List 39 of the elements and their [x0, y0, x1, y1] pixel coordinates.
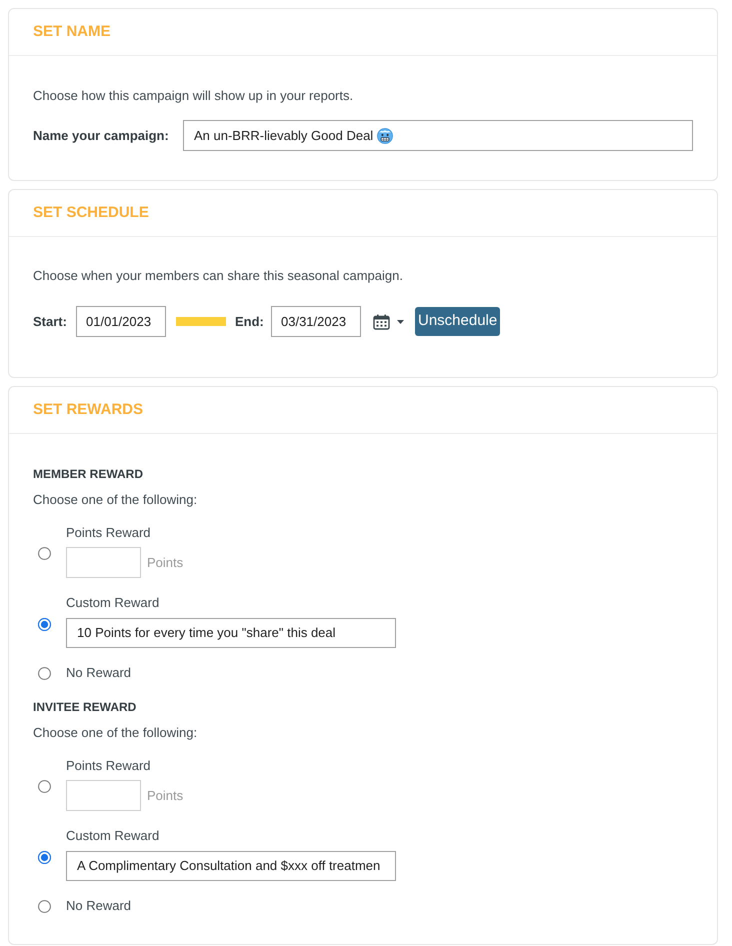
radio-label[interactable]: Points Reward — [66, 525, 693, 541]
section-title: SET NAME — [33, 22, 111, 42]
custom-reward-field[interactable]: 10 Points for every time you "share" this deal — [66, 618, 396, 648]
radio-label[interactable]: Custom Reward — [66, 828, 693, 844]
points-input-field[interactable] — [66, 547, 141, 578]
radio-label[interactable]: Points Reward — [66, 758, 693, 774]
radio-button[interactable] — [38, 851, 51, 864]
group-prompt: Choose one of the following: — [33, 725, 198, 741]
points-input-field[interactable] — [66, 780, 141, 811]
campaign-name-field[interactable]: An un-BRR-lievably Good Deal — [183, 120, 693, 151]
radio-button[interactable] — [38, 666, 51, 680]
cold-face-emoji-icon — [377, 128, 394, 144]
unschedule-button[interactable]: Unschedule — [415, 307, 500, 336]
section-title: SET REWARDS — [33, 400, 144, 420]
calendar-icon — [373, 314, 390, 330]
caret-icon — [397, 320, 404, 324]
field-label: End: — [235, 312, 265, 331]
group-heading: INVITEE REWARD — [33, 699, 138, 715]
range-bar — [176, 317, 226, 326]
group-prompt: Choose one of the following: — [33, 492, 198, 508]
field-label: Name your campaign: — [33, 128, 170, 144]
section-description: Choose when your members can share this seasonal campaign. — [33, 268, 404, 284]
unit-label: Points — [147, 786, 184, 805]
section-title: SET SCHEDULE — [33, 203, 149, 223]
field-label: Start: — [33, 312, 68, 331]
section-description: Choose how this campaign will show up in your reports. — [33, 88, 354, 104]
unit-label: Points — [147, 554, 184, 572]
date-field[interactable]: 03/31/2023 — [271, 306, 361, 337]
date-picker-button[interactable] — [373, 314, 404, 330]
radio-button[interactable] — [38, 547, 51, 560]
radio-label[interactable]: No Reward — [66, 898, 132, 914]
group-heading: MEMBER REWARD — [33, 466, 144, 482]
radio-button[interactable] — [38, 618, 51, 631]
radio-button[interactable] — [38, 900, 51, 912]
radio-label[interactable]: Custom Reward — [66, 595, 693, 611]
radio-button[interactable] — [38, 780, 51, 793]
custom-reward-field[interactable]: A Complimentary Consultation and $xxx off treatmen — [66, 851, 396, 881]
date-field[interactable]: 01/01/2023 — [76, 306, 166, 337]
radio-label[interactable]: No Reward — [66, 665, 132, 681]
